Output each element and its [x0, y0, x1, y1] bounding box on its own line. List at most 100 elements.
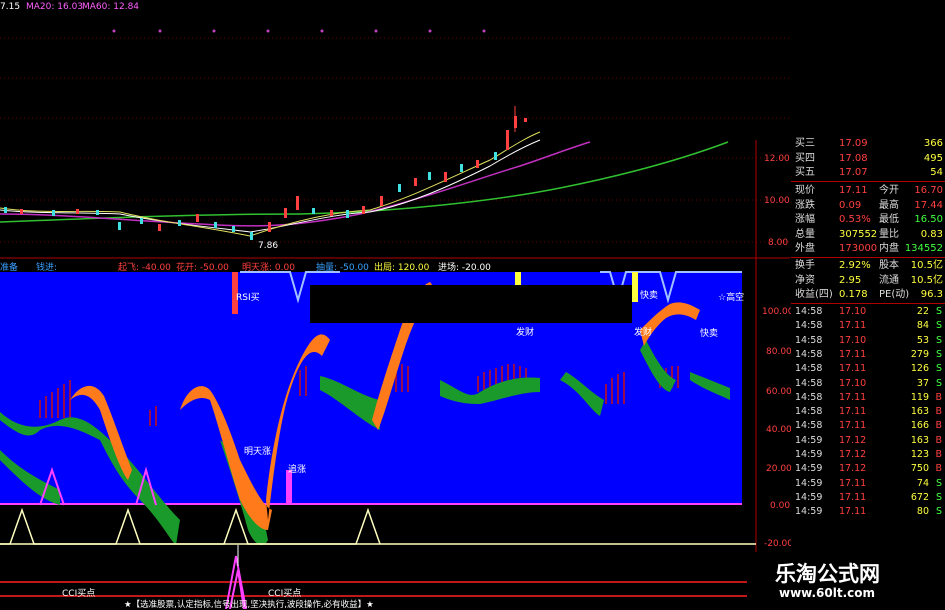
ind-axis-neg20: -20.00: [764, 539, 794, 549]
tick-time: 14:59: [795, 506, 823, 518]
tick-price: 17.10: [839, 334, 867, 346]
tick-row[interactable]: 14:59 17.11 672 S: [791, 491, 945, 505]
tick-side: S: [935, 491, 942, 503]
tick-price: 17.12: [839, 449, 867, 460]
tick-row[interactable]: 14:58 17.10 53 S: [791, 334, 945, 348]
tick-side: B: [935, 449, 942, 460]
stat-row: 收益(四) 0.178 PE(动) 96.3: [795, 289, 943, 300]
tick-row[interactable]: 14:59 17.12 750 B: [791, 462, 945, 476]
tick-time: 14:58: [795, 406, 823, 418]
tick-row[interactable]: 14:58 17.11 163 B: [791, 405, 945, 419]
tick-vol: 126: [910, 363, 929, 375]
tick-time: 14:59: [795, 463, 823, 475]
tick-side: S: [935, 320, 942, 332]
tick-time: 14:58: [795, 377, 823, 389]
tick-row[interactable]: 14:58 17.11 126 S: [791, 362, 945, 376]
tick-row[interactable]: 14:59 17.11 80 S: [791, 505, 945, 519]
tick-row[interactable]: 14:58 17.11 119 B: [791, 391, 945, 405]
indicator-item-6: 出局: 120.00: [374, 263, 430, 273]
candlesticks: [4, 106, 527, 240]
tick-time: 14:58: [795, 320, 823, 332]
tick-row[interactable]: 14:59 17.11 74 S: [791, 477, 945, 491]
tick-side: B: [935, 391, 942, 403]
tick-row[interactable]: 14:58 17.10 37 S: [791, 377, 945, 391]
tick-time: 14:58: [795, 334, 823, 346]
price-axis-10: 10.00: [764, 196, 790, 206]
book-row[interactable]: 买三 17.09 366: [791, 137, 945, 152]
tick-side: S: [935, 377, 942, 389]
footer-banner: ★【选准股票,认定指标,信号出现,坚决执行,波段操作,必有收益】★: [124, 600, 374, 610]
tick-row[interactable]: 14:58 17.11 166 B: [791, 419, 945, 433]
tick-vol: 80: [916, 506, 929, 518]
label-cci-buy-1: CCI买点: [62, 589, 96, 599]
tick-vol: 163: [910, 406, 929, 418]
tick-price: 17.11: [839, 348, 867, 360]
tick-price: 17.11: [839, 506, 867, 518]
tick-price: 17.10: [839, 306, 867, 317]
indicator-item-4: 明天涨: 0.00: [242, 263, 295, 273]
ind-axis-40: 40.00: [766, 425, 792, 435]
tick-time: 14:59: [795, 477, 823, 489]
tick-side: B: [935, 406, 942, 418]
tick-price: 17.12: [839, 434, 867, 446]
tick-vol: 84: [916, 320, 929, 332]
stat-row: 外盘 173000 内盘 134552: [795, 243, 943, 254]
indicator-item-1: 钱进:: [36, 263, 58, 273]
tick-side: S: [935, 506, 942, 518]
label-kuai-mai-2: 快卖: [700, 329, 719, 339]
tick-time: 14:59: [795, 449, 823, 460]
tick-price: 17.11: [839, 477, 867, 489]
label-fa-cai-1: 发财: [516, 328, 535, 338]
tick-row[interactable]: 14:59 17.12 163 B: [791, 434, 945, 448]
tick-price: 17.11: [839, 391, 867, 403]
tick-row[interactable]: 14:58 17.10 22 S: [791, 305, 945, 319]
label-kuai-mai: 快卖: [640, 291, 659, 301]
indicator-item-3: 花开: -50.00: [176, 263, 229, 273]
indicator-panel: [0, 271, 742, 546]
tick-vol: 22: [916, 306, 929, 317]
stat-row: 净资 2.95 流通 10.5亿: [795, 274, 943, 286]
ind-axis-80: 80.00: [766, 347, 792, 357]
indicator-item-0: 准备: [0, 263, 19, 273]
tick-vol: 74: [916, 477, 929, 489]
tick-price: 17.11: [839, 320, 867, 332]
tick-side: S: [935, 348, 942, 360]
low-marker: 7.86: [258, 241, 279, 251]
indicator-item-7: 进场: -20.00: [438, 263, 491, 273]
watermark-url: www.60lt.com: [779, 586, 876, 600]
tick-side: B: [935, 434, 942, 446]
tick-vol: 163: [910, 434, 929, 446]
tick-side: S: [935, 363, 942, 375]
watermark: 乐淘公式网 www.60lt.com: [747, 552, 945, 609]
ind-axis-60: 60.00: [766, 387, 792, 397]
tick-side: B: [935, 463, 942, 475]
tick-price: 17.11: [839, 406, 867, 418]
tick-vol: 119: [910, 391, 929, 403]
tick-vol: 279: [910, 348, 929, 360]
tick-time: 14:58: [795, 391, 823, 403]
tick-price: 17.10: [839, 377, 867, 389]
ind-axis-0: 0.00: [770, 501, 791, 511]
stat-row: 总量 307552 量比 0.83: [795, 228, 943, 240]
tick-row[interactable]: 14:58 17.11 279 S: [791, 348, 945, 362]
label-rsi-buy: RSI买: [236, 293, 260, 303]
tick-row[interactable]: 14:59 17.12 123 B: [791, 448, 945, 462]
stat-row: 换手 2.92% 股本 10.5亿: [795, 260, 943, 271]
tick-time: 14:58: [795, 420, 823, 432]
tick-price: 17.12: [839, 463, 867, 475]
tick-vol: 166: [910, 420, 929, 432]
tick-side: S: [935, 334, 942, 346]
tick-vol: 672: [910, 491, 929, 503]
stat-row: 涨幅 0.53% 最低 16.50: [795, 214, 943, 225]
watermark-title: 乐淘公式网: [775, 562, 880, 586]
tick-price: 17.11: [839, 420, 867, 432]
tick-time: 14:58: [795, 363, 823, 375]
tick-price: 17.11: [839, 491, 867, 503]
book-row[interactable]: 买四 17.08 495: [791, 152, 945, 167]
book-row[interactable]: 买五 17.07 54: [791, 166, 945, 181]
tick-vol: 123: [910, 449, 929, 460]
indicator-item-5: 抽量: -50.00: [316, 263, 369, 273]
price-axis-8: 8.00: [768, 238, 789, 248]
tick-vol: 53: [916, 334, 929, 346]
tick-row[interactable]: 14:58 17.11 84 S: [791, 319, 945, 333]
